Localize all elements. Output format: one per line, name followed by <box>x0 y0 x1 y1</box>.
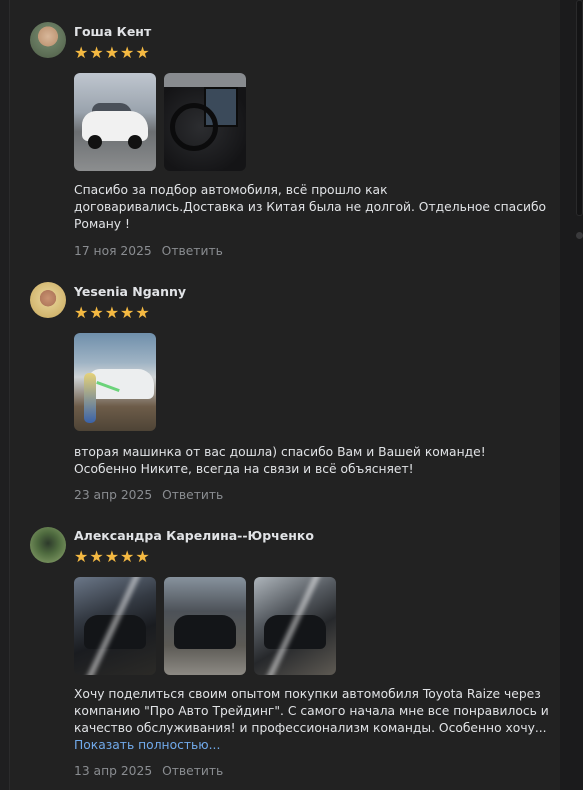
star-icon: ★ <box>104 303 120 322</box>
star-icon: ★ <box>74 547 89 566</box>
star-icon: ★ <box>120 303 135 322</box>
scroll-indicator[interactable] <box>576 232 583 239</box>
reviews-panel: Гоша Кент ★ ★ ★ ★ ★ Спасибо за подбор ав… <box>9 0 561 790</box>
review-photo[interactable] <box>74 577 156 675</box>
star-icon: ★ <box>104 43 120 62</box>
review-photos <box>74 333 156 431</box>
avatar[interactable] <box>30 22 66 58</box>
star-icon: ★ <box>135 547 150 566</box>
rating-stars: ★ ★ ★ ★ ★ <box>74 305 150 321</box>
review-text-content: Хочу поделиться своим опытом покупки авт… <box>74 687 549 735</box>
rating-stars: ★ ★ ★ ★ ★ <box>74 549 150 565</box>
star-icon: ★ <box>89 303 104 322</box>
review-text: Хочу поделиться своим опытом покупки авт… <box>74 686 550 754</box>
rating-stars: ★ ★ ★ ★ ★ <box>74 45 150 61</box>
review-meta: 13 апр 2025 Ответить <box>74 764 223 778</box>
review-date: 13 апр 2025 <box>74 764 153 778</box>
review-date: 23 апр 2025 <box>74 488 153 502</box>
review-photos <box>74 577 336 675</box>
star-icon: ★ <box>120 43 135 62</box>
star-icon: ★ <box>74 303 89 322</box>
review-text: вторая машинка от вас дошла) спасибо Вам… <box>74 445 486 476</box>
star-icon: ★ <box>135 303 150 322</box>
star-icon: ★ <box>89 547 104 566</box>
star-icon: ★ <box>135 43 150 62</box>
reply-link[interactable]: Ответить <box>162 764 223 778</box>
show-more-link[interactable]: Показать полностью... <box>74 738 220 752</box>
avatar[interactable] <box>30 282 66 318</box>
avatar[interactable] <box>30 527 66 563</box>
review-text: Спасибо за подбор автомобиля, всё прошло… <box>74 183 547 231</box>
scrollbar[interactable] <box>576 0 583 216</box>
review-photo[interactable] <box>74 73 156 171</box>
star-icon: ★ <box>120 547 135 566</box>
review-photo[interactable] <box>74 333 156 431</box>
review-author[interactable]: Александра Карелина--Юрченко <box>74 528 314 543</box>
review-photos <box>74 73 246 171</box>
star-icon: ★ <box>104 547 120 566</box>
reply-link[interactable]: Ответить <box>162 244 223 258</box>
star-icon: ★ <box>89 43 104 62</box>
review-meta: 17 ноя 2025 Ответить <box>74 244 223 258</box>
review-date: 17 ноя 2025 <box>74 244 152 258</box>
review-photo[interactable] <box>254 577 336 675</box>
star-icon: ★ <box>74 43 89 62</box>
review-photo[interactable] <box>164 577 246 675</box>
reply-link[interactable]: Ответить <box>162 488 223 502</box>
review-author[interactable]: Гоша Кент <box>74 24 151 39</box>
review-photo[interactable] <box>164 73 246 171</box>
review-author[interactable]: Yesenia Nganny <box>74 284 186 299</box>
review-meta: 23 апр 2025 Ответить <box>74 488 223 502</box>
